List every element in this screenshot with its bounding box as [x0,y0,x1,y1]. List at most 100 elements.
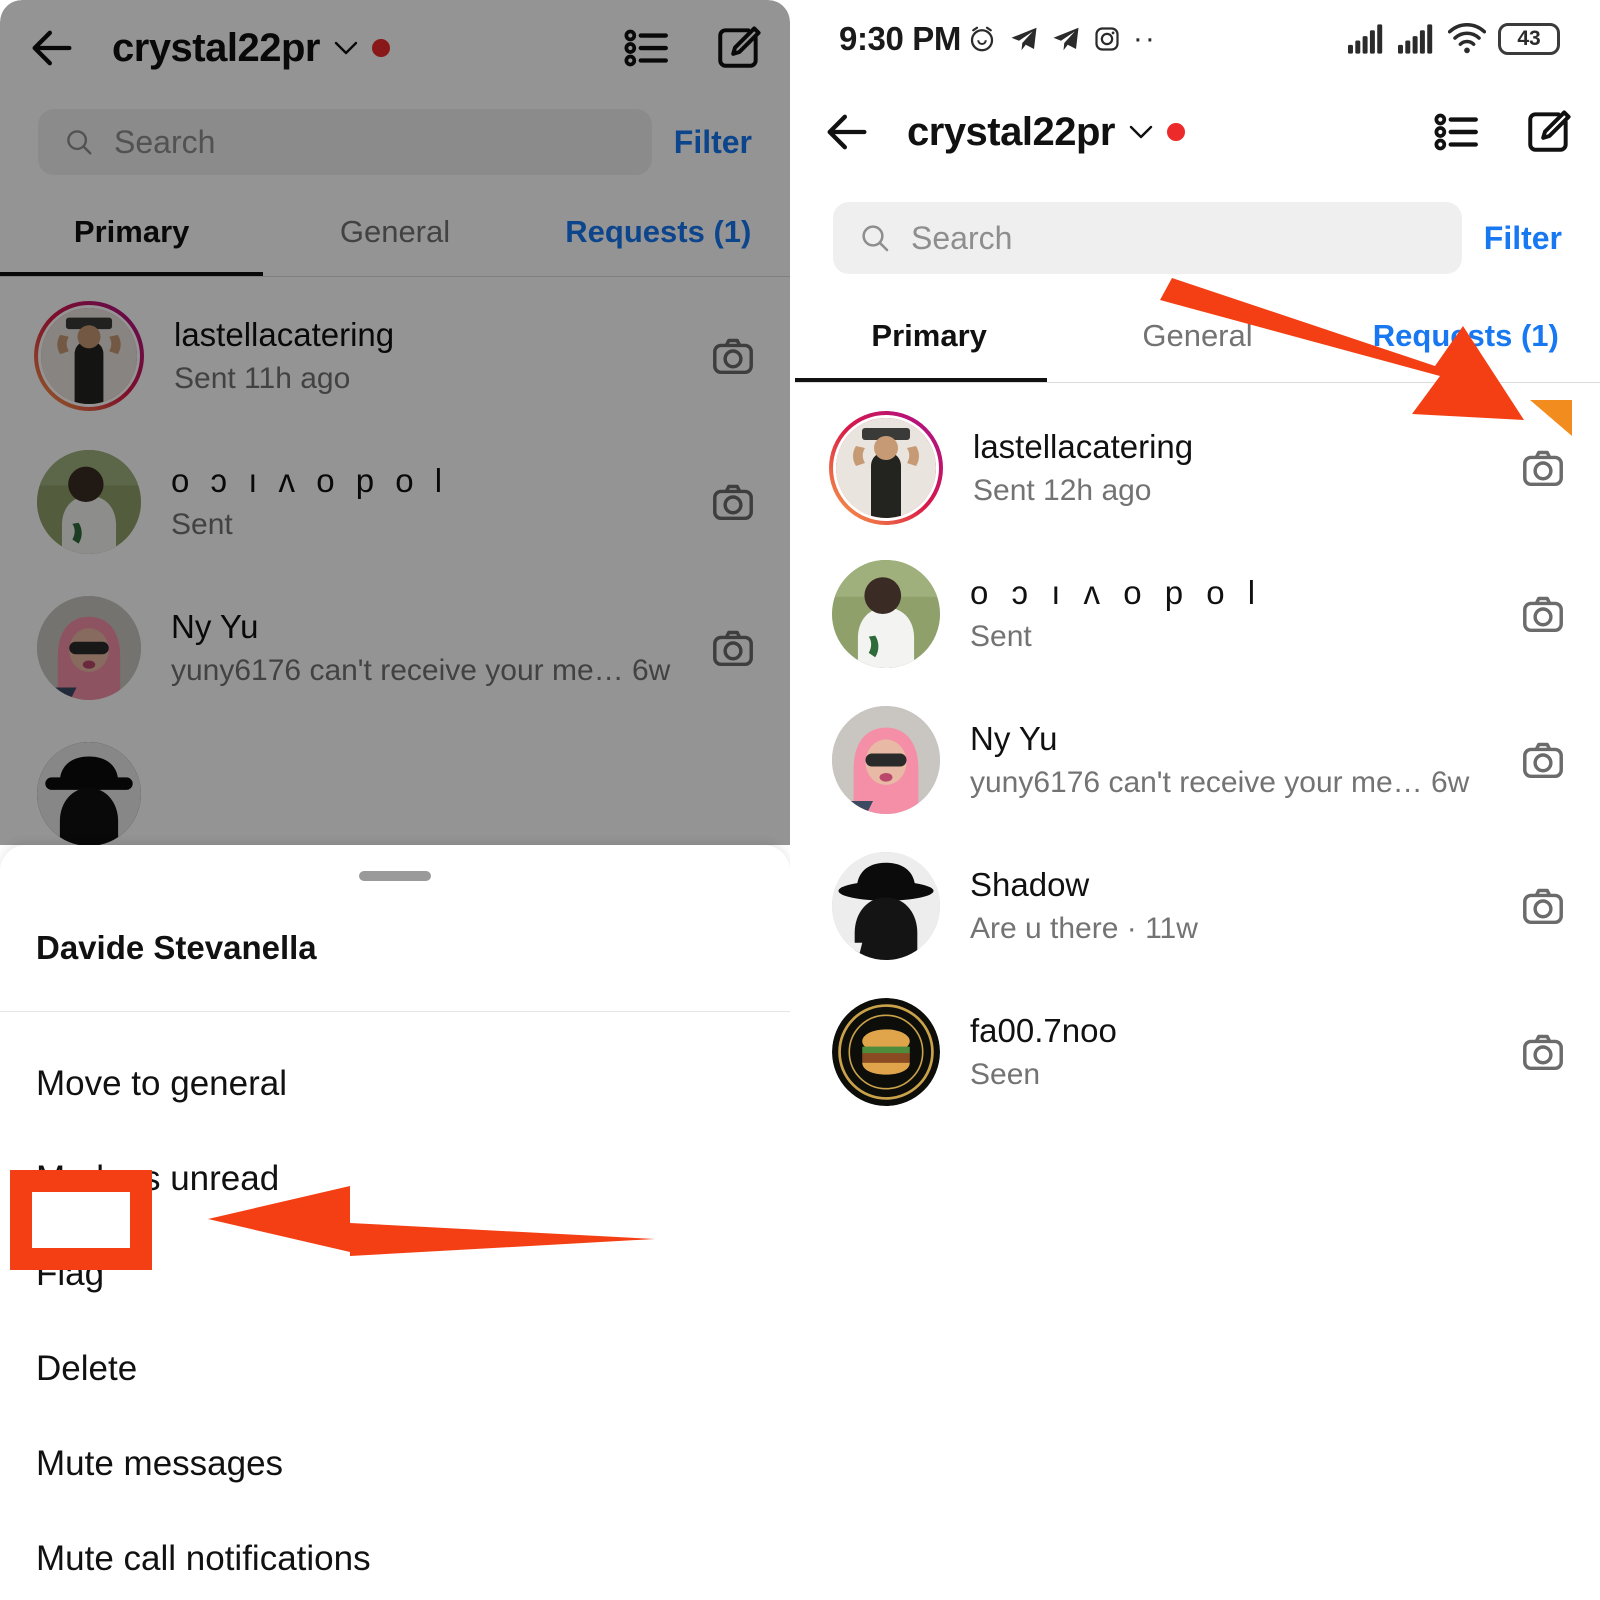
avatar[interactable] [37,742,141,845]
search-input-right[interactable]: Search [833,202,1462,274]
avatar-black-hat-silhouette [37,742,141,845]
compose-pencil-icon[interactable] [1524,107,1574,157]
list-item[interactable] [0,721,790,845]
conversation-name: fa00.7noo [970,1012,1490,1050]
conversation-list-right: lastellacatering Sent 12h ago [795,383,1600,1125]
chevron-down-icon [1129,125,1153,139]
avatar[interactable] [829,411,943,525]
more-dots-icon: ·· [1133,34,1157,44]
table-row[interactable]: Ny Yu yuny6176 can't receive your me… 6w [795,687,1600,833]
bulleted-list-icon[interactable] [622,23,672,73]
list-item-text: Ny Yu yuny6176 can't receive your me… 6w [171,608,680,688]
tab-active-underline-left [0,272,263,276]
camera-icon[interactable] [710,333,756,379]
search-row-right: Search Filter [795,186,1600,290]
menu-item-mute-messages[interactable]: Mute messages [0,1416,790,1511]
table-row[interactable]: fa00.7noo Seen [795,979,1600,1125]
list-item[interactable]: lastellacatering Sent 11h ago [0,283,790,429]
table-row[interactable]: Shadow Are u there · 11w [795,833,1600,979]
avatar[interactable] [832,706,940,814]
camera-icon[interactable] [1520,1029,1566,1075]
dimmed-background-app: crystal22pr [0,0,790,845]
search-placeholder-right: Search [911,220,1012,257]
table-row-text: Ny Yu yuny6176 can't receive your me… 6w [970,720,1490,800]
tab-primary-right[interactable]: Primary [795,318,1063,354]
table-row[interactable]: lastellacatering Sent 12h ago [795,395,1600,541]
conversation-preview: Sent [970,620,1490,654]
menu-item-mark-as-unread[interactable]: Mark as unread [0,1131,790,1226]
avatar[interactable] [832,998,940,1106]
telegram-icon [1051,24,1081,54]
account-switcher-left[interactable]: crystal22pr [112,26,390,71]
conversation-name: Ny Yu [970,720,1490,758]
conversation-name: lastellacatering [174,316,680,354]
sheet-contact-name: Davide Stevanella [0,881,790,967]
telegram-icon [1009,24,1039,54]
chevron-down-icon [334,41,358,55]
list-item-text: lastellacatering Sent 11h ago [174,316,680,396]
conversation-preview: Sent 12h ago [973,474,1490,508]
conversation-preview: Sent 11h ago [174,362,680,396]
inbox-tabs-left: Primary General Requests (1) [0,188,790,276]
left-phone-panel: crystal22pr [0,0,790,1600]
camera-icon[interactable] [1520,737,1566,783]
list-item[interactable]: o ɔ ı ʌ o p o l Sent [0,429,790,575]
menu-item-move-to-general[interactable]: Move to general [0,1036,790,1131]
tab-active-underline-right [795,378,1047,382]
conversation-name: lastellacatering [973,428,1490,466]
menu-item-delete[interactable]: Delete [0,1321,790,1416]
avatar-pink-hair-sunglasses [37,596,141,700]
signal-bars-icon [1398,24,1436,54]
list-item-text: o ɔ ı ʌ o p o l Sent [171,462,680,542]
table-row-text: Shadow Are u there · 11w [970,866,1490,946]
menu-item-flag[interactable]: Flag [0,1226,790,1321]
account-username-left: crystal22pr [112,26,320,71]
camera-icon[interactable] [710,479,756,525]
avatar-person-white-tshirt [37,450,141,554]
unread-dot-badge-right [1167,123,1185,141]
avatar[interactable] [832,852,940,960]
status-bar-time: 9:30 PM [839,20,961,58]
filter-button-right[interactable]: Filter [1484,220,1562,257]
table-row[interactable]: o ɔ ı ʌ o p o l Sent [795,541,1600,687]
camera-icon[interactable] [710,625,756,671]
avatar[interactable] [34,301,144,411]
compose-pencil-icon[interactable] [714,23,764,73]
avatar-person-white-tshirt [832,560,940,668]
search-icon [859,222,891,254]
camera-icon[interactable] [1520,445,1566,491]
status-bar-left-icons: ·· [967,24,1157,54]
search-row-left: Search Filter [0,96,790,188]
conversation-name: Shadow [970,866,1490,904]
direct-header-left: crystal22pr [0,0,790,96]
avatar[interactable] [37,596,141,700]
conversation-name: o ɔ ı ʌ o p o l [171,462,680,500]
table-row-text: fa00.7noo Seen [970,1012,1490,1092]
account-switcher-right[interactable]: crystal22pr [907,110,1185,155]
avatar[interactable] [832,560,940,668]
back-arrow-icon[interactable] [821,106,873,158]
search-placeholder-left: Search [114,124,215,161]
back-arrow-icon[interactable] [26,22,78,74]
conversation-name: Ny Yu [171,608,680,646]
list-item[interactable]: Ny Yu yuny6176 can't receive your me… 6w [0,575,790,721]
signal-bars-icon [1348,24,1386,54]
tab-primary-left[interactable]: Primary [0,214,263,250]
conversation-name: o ɔ ı ʌ o p o l [970,574,1490,612]
drag-handle[interactable] [359,871,431,881]
tab-general-right[interactable]: General [1063,318,1331,354]
camera-icon[interactable] [1520,883,1566,929]
tab-requests-left[interactable]: Requests (1) [527,214,790,250]
tab-requests-right[interactable]: Requests (1) [1332,318,1600,354]
camera-icon[interactable] [1520,591,1566,637]
tab-general-left[interactable]: General [263,214,526,250]
conversation-preview: yuny6176 can't receive your me… 6w [171,654,680,688]
inbox-tabs-right: Primary General Requests (1) [795,290,1600,382]
avatar-chef-with-tray [41,308,137,404]
table-row-text: lastellacatering Sent 12h ago [973,428,1490,508]
menu-item-mute-call-notifications[interactable]: Mute call notifications [0,1511,790,1600]
search-input-left[interactable]: Search [38,109,652,175]
bulleted-list-icon[interactable] [1432,107,1482,157]
filter-button-left[interactable]: Filter [674,124,752,161]
avatar[interactable] [37,450,141,554]
